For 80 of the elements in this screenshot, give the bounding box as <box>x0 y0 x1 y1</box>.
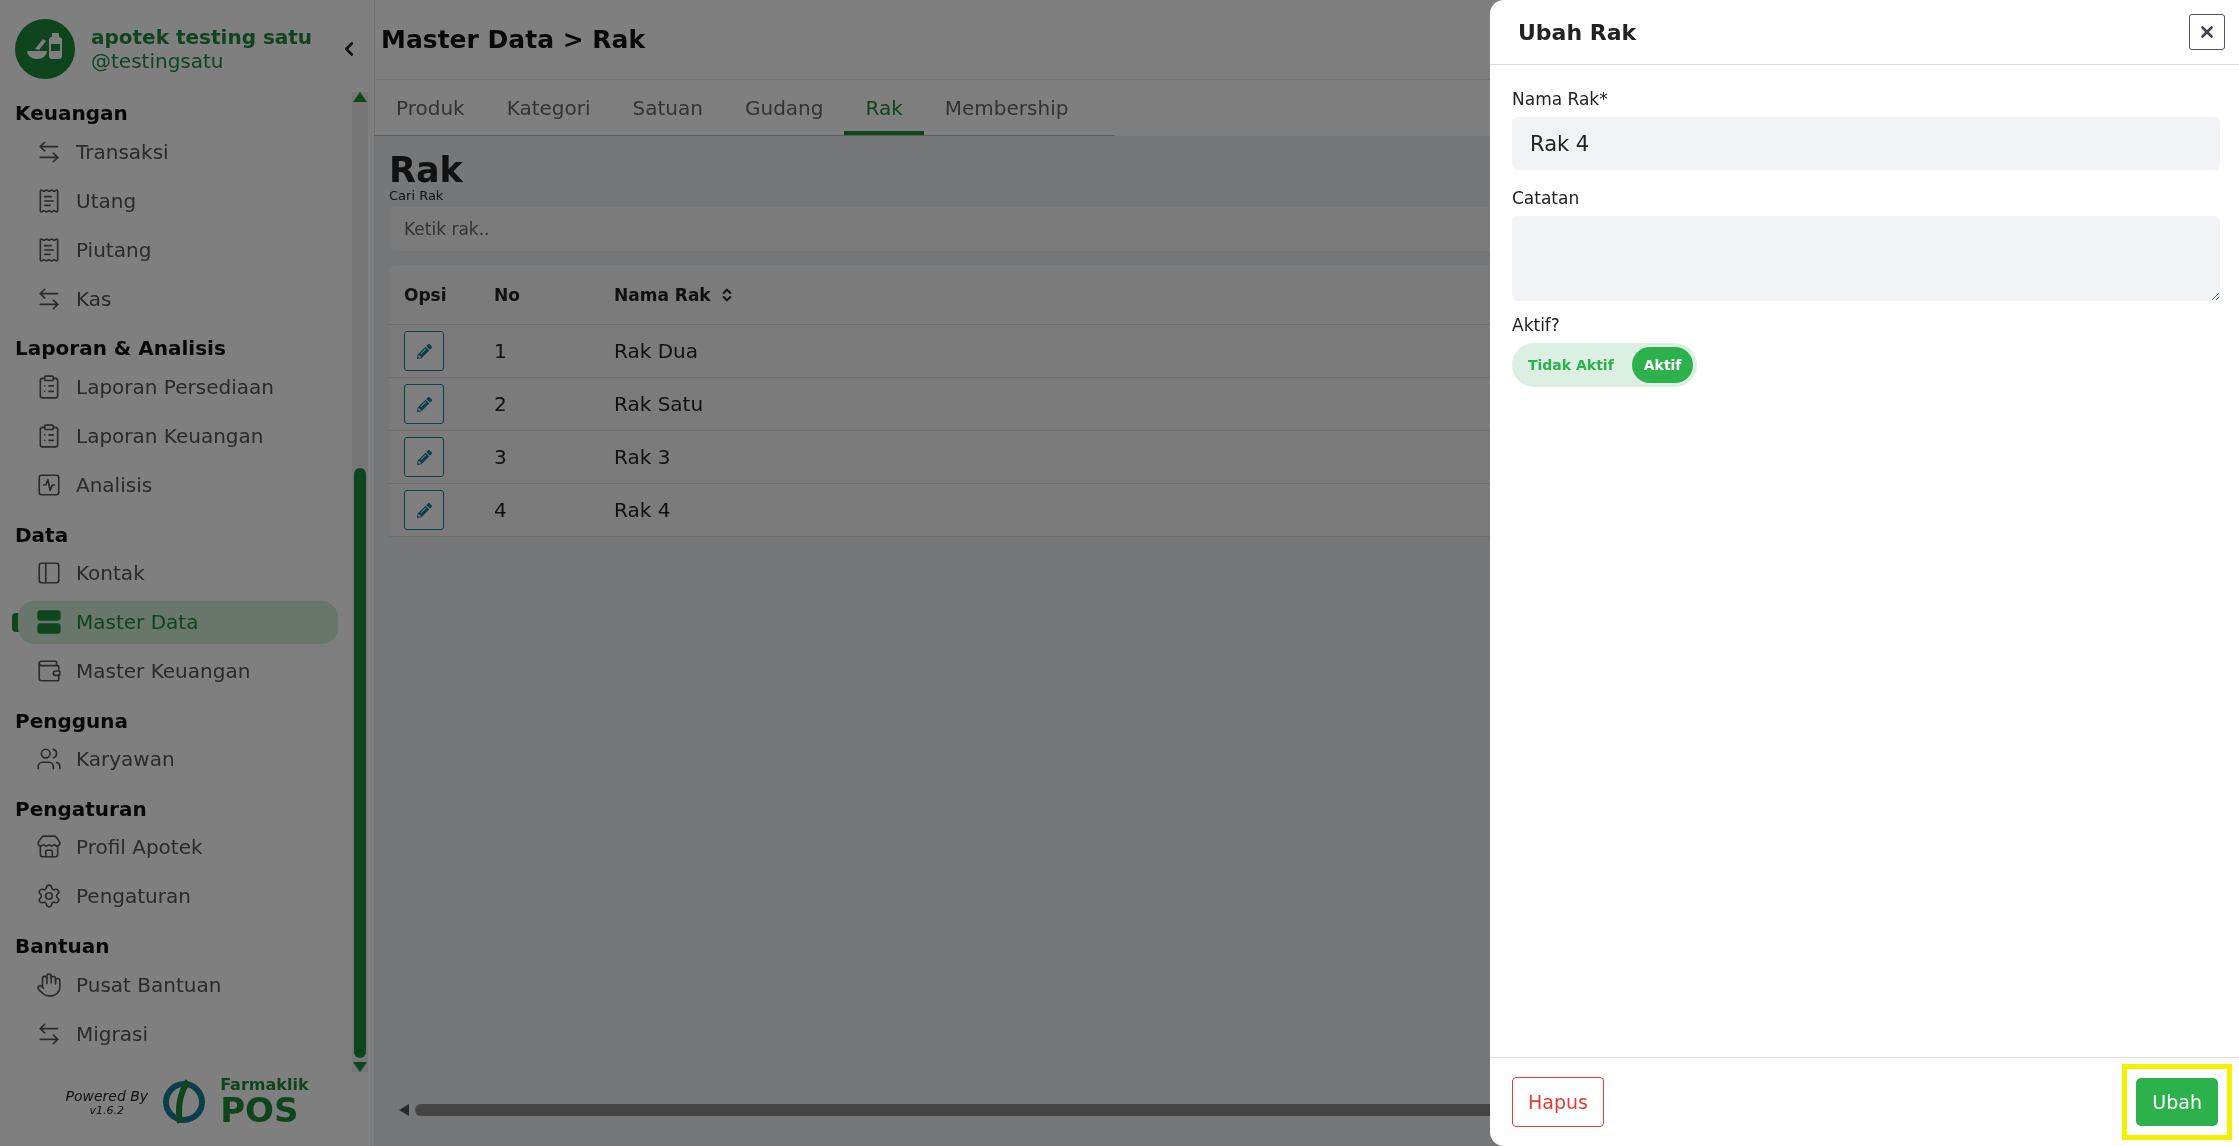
tab[interactable]: Kategori <box>485 80 612 135</box>
pencil-icon <box>416 396 432 412</box>
page-title: Master Data > Rak <box>381 25 646 54</box>
tab[interactable]: Satuan <box>611 80 724 135</box>
scrollbar-thumb[interactable] <box>354 468 366 1058</box>
tab[interactable]: Membership <box>923 80 1090 135</box>
server-icon <box>36 609 62 636</box>
pharmacy-name: apotek testing satu <box>91 24 314 49</box>
section-heading: Rak <box>389 150 463 190</box>
nav-item[interactable]: Transaksi <box>18 130 338 174</box>
table-cell-text: 2 <box>494 392 508 416</box>
edit-button[interactable] <box>404 331 444 371</box>
section-title: Data <box>15 521 70 549</box>
field-label: Nama Rak* <box>1512 89 1609 109</box>
powered-by-text: Powered By <box>65 1087 149 1104</box>
nav-item[interactable]: Profil Apotek <box>18 825 338 869</box>
nav-item[interactable]: Kontak <box>18 551 338 595</box>
table-cell-text: Rak Dua <box>614 339 699 363</box>
drawer-title: Ubah Rak <box>1518 19 1637 45</box>
delete-button[interactable]: Hapus <box>1512 1077 1604 1127</box>
pharmacy-logo <box>15 18 75 79</box>
wallet-icon <box>36 658 62 685</box>
nav-item[interactable]: Pengaturan <box>18 874 338 918</box>
edit-button[interactable] <box>404 490 444 530</box>
nav-item[interactable]: Karyawan <box>18 737 338 781</box>
nav-item[interactable]: Laporan Persediaan <box>18 365 338 409</box>
nav-item[interactable]: Master Keuangan <box>18 649 338 693</box>
section-title: Pengguna <box>15 707 130 735</box>
column-header: Opsi <box>404 284 447 305</box>
nav-item[interactable]: Analisis <box>18 463 338 507</box>
table-cell-text: 4 <box>494 498 508 522</box>
table-cell-text: Rak 4 <box>614 498 672 522</box>
nav-item[interactable]: Laporan Keuangan <box>18 414 338 458</box>
pencil-icon <box>416 449 432 465</box>
scrollbar-track[interactable] <box>352 92 368 1072</box>
edit-button[interactable] <box>404 384 444 424</box>
activity-icon <box>36 471 62 498</box>
brand-logo-icon <box>162 1079 207 1125</box>
toggle-option[interactable]: Aktif <box>1631 347 1694 383</box>
users-icon <box>36 746 62 773</box>
section-title: Laporan & Analisis <box>15 335 227 363</box>
submit-button[interactable]: Ubah <box>2136 1078 2218 1126</box>
table-cell-text: 3 <box>494 445 508 469</box>
scroll-left-icon[interactable] <box>399 1104 409 1116</box>
tab[interactable]: Gudang <box>724 80 845 135</box>
toggle-option[interactable]: Tidak Aktif <box>1516 347 1626 383</box>
nav-item[interactable]: Piutang <box>18 228 338 272</box>
table-cell-text: Rak Satu <box>614 392 705 416</box>
contact-book-icon <box>36 560 62 587</box>
hand-icon <box>36 971 62 998</box>
section-title: Bantuan <box>15 933 111 961</box>
brand-name: POS <box>220 1093 300 1127</box>
scroll-up-icon[interactable] <box>353 92 367 102</box>
section-title: Keuangan <box>15 100 129 128</box>
settings-icon <box>36 883 62 910</box>
close-button[interactable] <box>2189 14 2225 50</box>
version-text: v1.6.2 <box>89 1103 125 1117</box>
section-title: Pengaturan <box>15 795 148 823</box>
pencil-icon <box>416 343 432 359</box>
table-cell-text: Rak 3 <box>614 445 672 469</box>
nav-item[interactable]: Pusat Bantuan <box>18 963 338 1007</box>
nav-item[interactable]: Kas <box>18 277 338 321</box>
edit-button[interactable] <box>404 437 444 477</box>
column-header: No <box>494 284 520 305</box>
username: @testingsatu <box>91 48 225 73</box>
nav-item[interactable]: Migrasi <box>18 1012 338 1056</box>
notes-field[interactable] <box>1512 216 2220 301</box>
column-header[interactable]: Nama Rak <box>614 284 711 305</box>
pencil-icon <box>416 502 432 518</box>
table-cell-text: 1 <box>494 339 508 363</box>
field-label: Aktif? <box>1512 315 1561 335</box>
brand-name: Farmaklik <box>220 1077 309 1093</box>
field-label: Catatan <box>1512 188 1581 208</box>
tab[interactable]: Produk <box>375 80 486 135</box>
nav-item[interactable]: Utang <box>18 179 338 223</box>
scroll-down-icon[interactable] <box>353 1062 367 1072</box>
input-field[interactable]: Rak 4 <box>1512 117 2220 170</box>
search-label: Cari Rak <box>389 188 444 203</box>
store-icon <box>36 834 62 861</box>
close-icon <box>2198 23 2216 41</box>
